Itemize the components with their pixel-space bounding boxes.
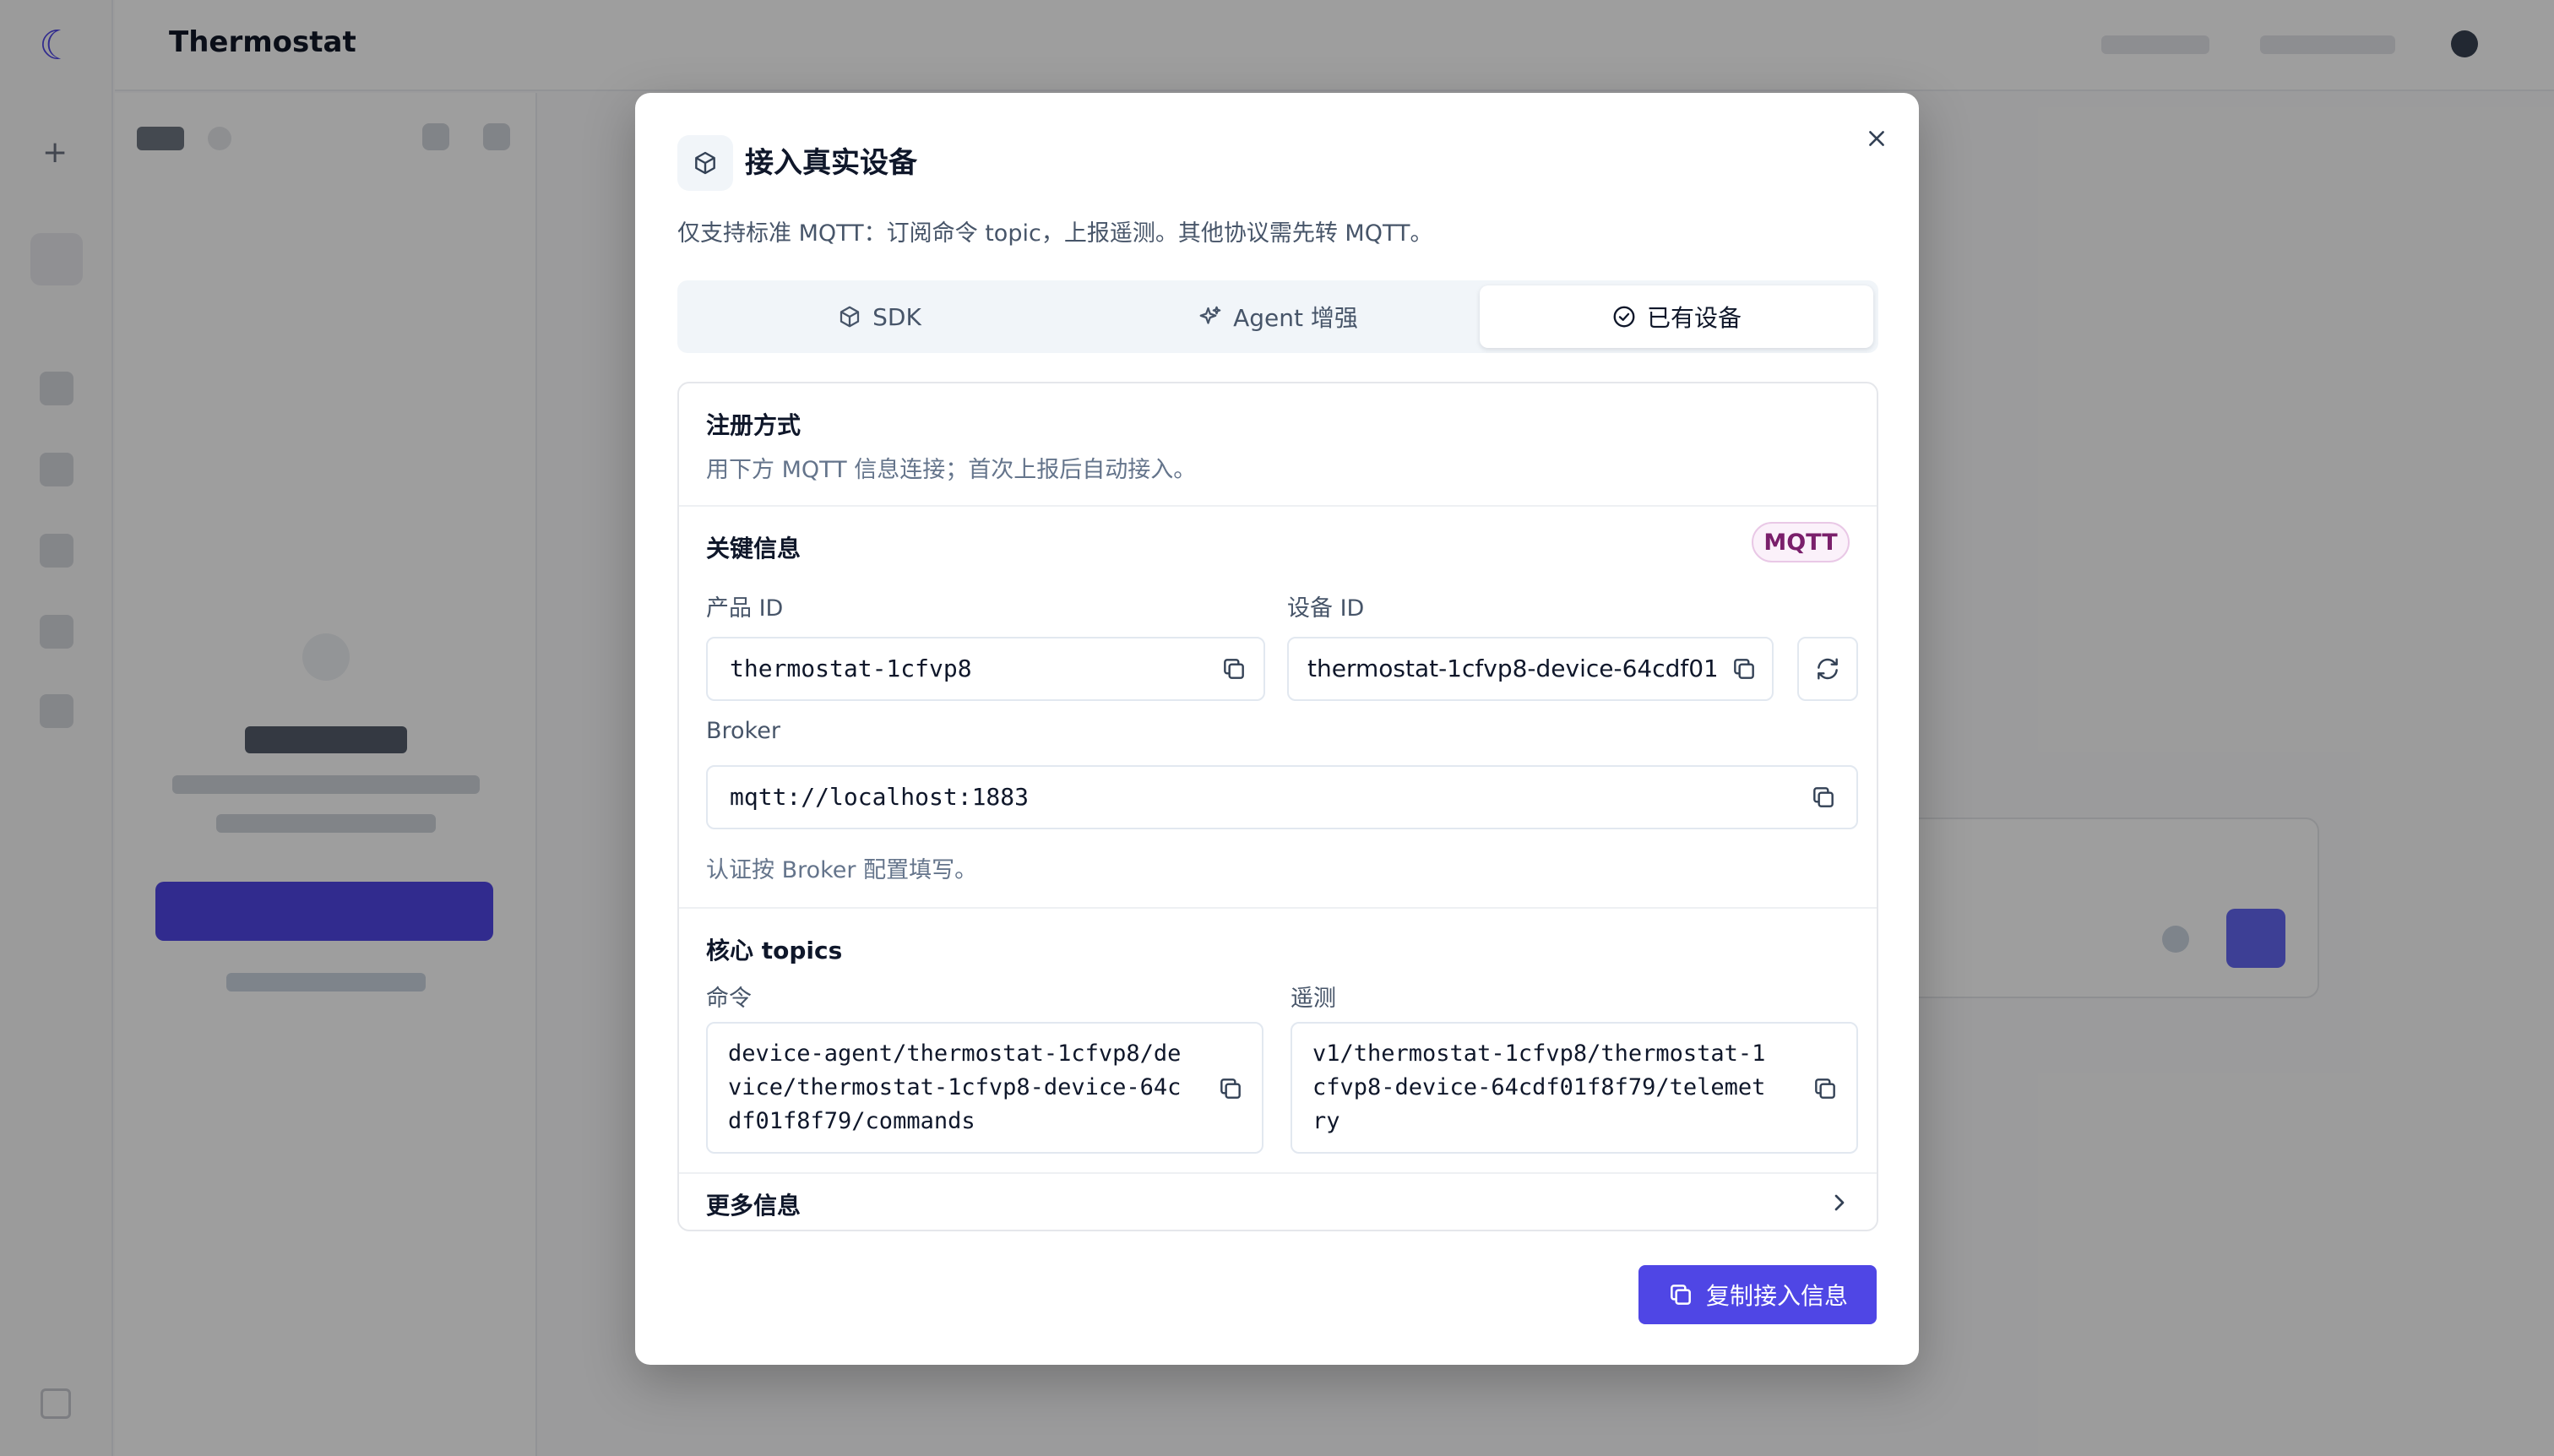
telemetry-topic-value: v1/thermostat-1cfvp8/thermostat-1cfvp8-d… (1312, 1040, 1766, 1134)
close-icon (1869, 131, 1884, 146)
device-id-field: thermostat-1cfvp8-device-64cdf01f (1287, 637, 1774, 701)
refresh-icon (1818, 658, 1838, 680)
copy-icon (1220, 1078, 1241, 1099)
dialog-description: 仅支持标准 MQTT：订阅命令 topic，上报遥测。其他协议需先转 MQTT。 (677, 220, 1433, 247)
protocol-badge: MQTT (1752, 522, 1850, 562)
tab-agent[interactable]: Agent 增强 (1081, 285, 1475, 348)
copy-icon (1815, 1078, 1835, 1099)
broker-label: Broker (706, 718, 780, 744)
auth-note: 认证按 Broker 配置填写。 (706, 857, 978, 883)
copy-connection-info-button[interactable]: 复制接入信息 (1638, 1265, 1877, 1324)
close-button[interactable] (1855, 117, 1899, 160)
broker-field: mqtt://localhost:1883 (706, 765, 1858, 829)
sparkles-icon (1199, 306, 1221, 324)
divider (679, 907, 1877, 909)
product-id-field: thermostat-1cfvp8 (706, 637, 1265, 701)
copy-broker-button[interactable] (1807, 781, 1839, 813)
copy-command-topic-button[interactable] (1215, 1073, 1247, 1105)
copy-icon (1671, 1285, 1691, 1305)
regenerate-device-id-button[interactable] (1797, 637, 1858, 701)
cube-icon (695, 151, 715, 175)
command-topic-label: 命令 (706, 986, 752, 1012)
product-id-label: 产品 ID (706, 595, 784, 622)
tab-list: SDK Agent 增强 已有设备 (677, 280, 1878, 353)
dialog-title: 接入真实设备 (745, 146, 917, 180)
copy-connection-info-label: 复制接入信息 (1705, 1282, 1848, 1310)
copy-icon (1734, 659, 1754, 679)
more-info-label: 更多信息 (706, 1192, 802, 1220)
chevron-right-icon (1834, 1194, 1845, 1211)
copy-icon (1224, 659, 1244, 679)
product-id-value: thermostat-1cfvp8 (730, 655, 972, 682)
broker-value: mqtt://localhost:1883 (730, 783, 1030, 811)
copy-telemetry-topic-button[interactable] (1809, 1073, 1841, 1105)
divider (679, 505, 1877, 507)
tab-label: 已有设备 (1646, 304, 1742, 332)
more-info-toggle[interactable]: 更多信息 (679, 1174, 1877, 1230)
tab-label: Agent 增强 (1233, 304, 1358, 332)
tab-existing-device[interactable]: 已有设备 (1480, 285, 1873, 348)
tab-sdk[interactable]: SDK (682, 285, 1076, 348)
telemetry-topic-field: v1/thermostat-1cfvp8/thermostat-1cfvp8-d… (1291, 1022, 1858, 1154)
tab-label: SDK (872, 302, 921, 331)
command-topic-field: device-agent/thermostat-1cfvp8/device/th… (706, 1022, 1263, 1154)
registration-title: 注册方式 (706, 411, 802, 439)
copy-product-id-button[interactable] (1218, 653, 1250, 685)
connect-device-dialog: 接入真实设备 仅支持标准 MQTT：订阅命令 topic，上报遥测。其他协议需先… (635, 93, 1919, 1365)
copy-device-id-button[interactable] (1728, 653, 1760, 685)
command-topic-value: device-agent/thermostat-1cfvp8/device/th… (728, 1040, 1182, 1134)
device-id-label: 设备 ID (1287, 595, 1365, 622)
topics-title: 核心 topics (706, 937, 843, 964)
registration-description: 用下方 MQTT 信息连接；首次上报后自动接入。 (706, 457, 1197, 483)
copy-icon (1813, 787, 1834, 807)
key-info-title: 关键信息 (706, 535, 802, 562)
dialog-header-icon (677, 135, 733, 191)
cube-icon (840, 306, 860, 328)
device-id-value: thermostat-1cfvp8-device-64cdf01f (1307, 655, 1716, 682)
telemetry-topic-label: 遥测 (1291, 986, 1336, 1012)
check-circle-icon (1613, 306, 1635, 328)
existing-device-panel: 注册方式 用下方 MQTT 信息连接；首次上报后自动接入。 关键信息 MQTT … (677, 382, 1878, 1231)
